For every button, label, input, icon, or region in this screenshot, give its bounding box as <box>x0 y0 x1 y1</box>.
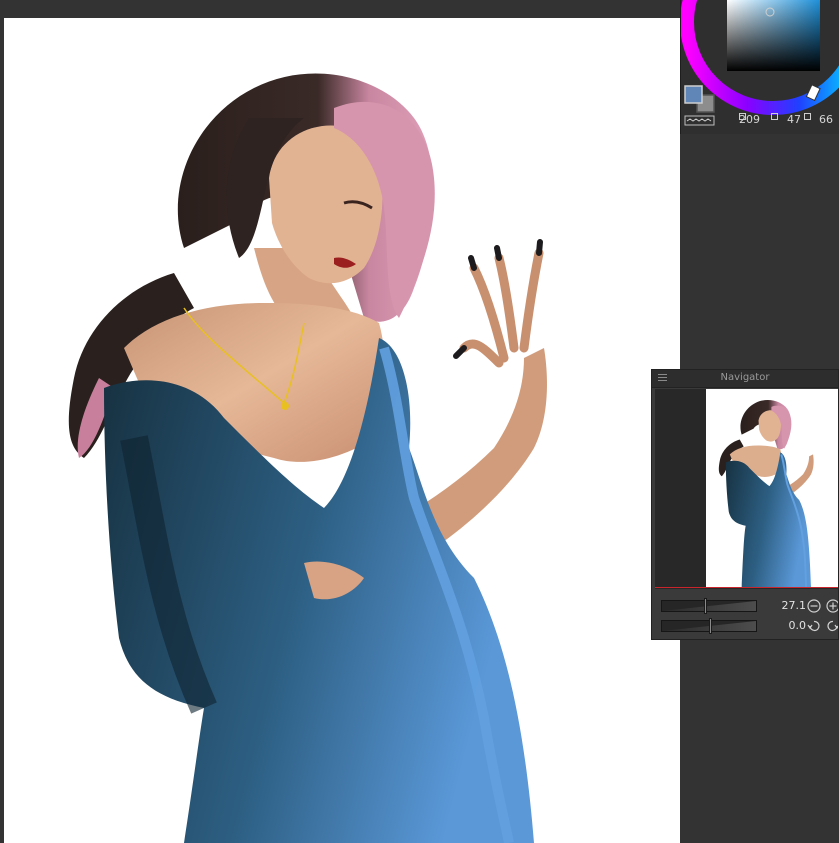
current-color-swatch[interactable] <box>684 85 703 104</box>
zoom-row: 27.1 <box>652 596 838 616</box>
rotation-slider-knob[interactable] <box>709 618 712 634</box>
navigator-title: Navigator <box>720 372 770 383</box>
zoom-out-icon[interactable] <box>807 599 821 613</box>
rotate-left-icon[interactable] <box>807 619 821 633</box>
zoom-in-icon[interactable] <box>826 599 838 613</box>
navigator-preview[interactable] <box>655 389 838 589</box>
zoom-slider[interactable] <box>661 598 757 614</box>
rotation-row: 0.0 <box>652 616 838 636</box>
app-window: 209 47 66 Navigator 27.1 0.0 <box>0 0 839 843</box>
drawing-canvas[interactable] <box>4 18 680 843</box>
thumbnail-artwork <box>718 400 814 588</box>
navigator-thumbnail[interactable] <box>706 389 838 588</box>
color-values: 209 47 66 <box>681 113 839 129</box>
pendant <box>281 402 289 410</box>
brightness-value: 66 <box>819 113 833 126</box>
hue-value: 209 <box>739 113 760 126</box>
saturation-value: 47 <box>787 113 801 126</box>
zoom-slider-knob[interactable] <box>704 598 707 614</box>
navigator-panel: Navigator 27.1 0.0 <box>651 369 839 640</box>
rotation-value: 0.0 <box>788 619 807 632</box>
artwork <box>68 73 547 843</box>
viewport-indicator <box>655 587 838 588</box>
zoom-value: 27.1 <box>781 599 807 612</box>
rotate-right-icon[interactable] <box>826 619 838 633</box>
navigator-header[interactable]: Navigator <box>652 370 838 388</box>
rotation-slider[interactable] <box>661 618 757 634</box>
value-square-icon <box>804 113 811 120</box>
color-wheel-panel: 209 47 66 <box>680 0 839 134</box>
saturation-square-icon <box>771 113 778 120</box>
